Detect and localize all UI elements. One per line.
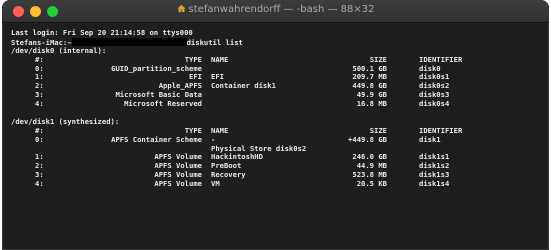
row-type: Microsoft Reserved bbox=[124, 99, 202, 109]
row-num: 0: bbox=[35, 134, 44, 144]
row-num: 4: bbox=[35, 99, 44, 109]
table-row: 1: EFI EFI 209.7 MB disk0s1 bbox=[11, 73, 549, 82]
col-name: NAME bbox=[211, 54, 229, 64]
table-row: 3: Microsoft Basic Data 49.9 GB disk0s3 bbox=[11, 90, 549, 100]
table-row-continuation: Physical Store disk0s2 bbox=[11, 144, 549, 154]
redacted-username-bar bbox=[71, 37, 187, 46]
table-row: 2: Apple_APFS Container disk1 449.8 GB d… bbox=[11, 81, 549, 91]
login-line: Last login: Fri Sep 20 21:14:58 on ttys0… bbox=[11, 28, 193, 37]
disk1-column-header: #: TYPE NAME SIZE IDENTIFIER bbox=[11, 126, 549, 136]
row-size: +449.8 GB bbox=[348, 134, 387, 144]
row-identifier: disk0s4 bbox=[419, 99, 450, 109]
row-num: 4: bbox=[35, 179, 44, 189]
home-folder-icon bbox=[176, 4, 186, 13]
row-name: VM bbox=[211, 179, 220, 189]
row-identifier: disk1s4 bbox=[419, 179, 450, 189]
table-row: 2: APFS Volume PreBoot 44.9 MB disk1s2 bbox=[11, 161, 549, 171]
window-title-text: stefanwahrendorff — -bash — 88×32 bbox=[188, 4, 375, 15]
table-row: 0: GUID_partition_scheme 500.1 GB disk0 bbox=[11, 64, 549, 74]
title-bar[interactable]: stefanwahrendorff — -bash — 88×32 bbox=[2, 0, 549, 23]
row-identifier: disk1 bbox=[419, 134, 441, 144]
prompt-command: diskutil list bbox=[186, 37, 243, 47]
row-size: 16.8 MB bbox=[356, 99, 387, 109]
row-type: APFS Volume bbox=[154, 179, 202, 189]
disk0-header: /dev/disk0 (internal): bbox=[11, 45, 107, 55]
table-row: 3: APFS Volume Recovery 523.8 MB disk1s3 bbox=[11, 170, 549, 180]
terminal-output[interactable]: Last login: Fri Sep 20 21:14:58 on ttys0… bbox=[2, 23, 549, 250]
table-row: 1: APFS Volume HackintoshHD 246.0 GB dis… bbox=[11, 153, 549, 162]
disk0-column-header: #: TYPE NAME SIZE IDENTIFIER bbox=[11, 54, 549, 65]
table-row: 4: APFS Volume VM 20.5 KB disk1s4 bbox=[11, 179, 549, 189]
disk1-header: /dev/disk1 (synthesized): bbox=[11, 116, 120, 126]
window-title: stefanwahrendorff — -bash — 88×32 bbox=[2, 4, 549, 15]
row-size: 20.5 KB bbox=[356, 179, 387, 189]
terminal-window[interactable]: stefanwahrendorff — -bash — 88×32 Last l… bbox=[2, 0, 549, 250]
row-name: Container disk1 bbox=[211, 81, 276, 91]
row-type: APFS Container Scheme bbox=[111, 134, 202, 144]
table-row: 4: Microsoft Reserved 16.8 MB disk0s4 bbox=[11, 99, 549, 109]
